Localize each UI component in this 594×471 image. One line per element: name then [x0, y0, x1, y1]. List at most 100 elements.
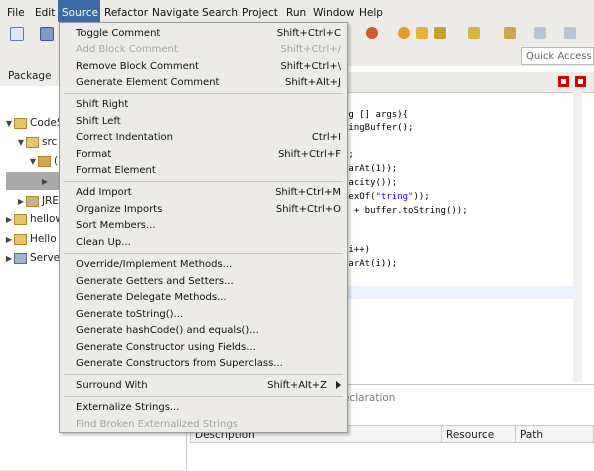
- expand-icon[interactable]: ▶: [4, 250, 14, 268]
- item-shortcut: Shift+Ctrl+C: [276, 28, 341, 39]
- clean-up-item[interactable]: Clean Up...: [60, 234, 347, 251]
- expand-icon[interactable]: ▶: [4, 231, 14, 249]
- item-label: Shift Left: [76, 116, 121, 127]
- remove-block-comment-item[interactable]: Remove Block Comment Shift+Ctrl+\: [60, 58, 347, 75]
- code-line: dexOf("tring"));: [343, 192, 430, 202]
- item-label: Generate Delegate Methods...: [76, 292, 227, 303]
- tree-item[interactable]: ▼ CodeS: [4, 114, 64, 132]
- tree-item[interactable]: ▼(: [28, 152, 58, 170]
- item-shortcut: Shift+Ctrl+/: [280, 44, 341, 55]
- code-line: harAt(1));: [343, 164, 398, 174]
- override-implement-methods-item[interactable]: Override/Implement Methods...: [60, 256, 347, 273]
- menu-source[interactable]: Source: [58, 0, 100, 22]
- expand-icon[interactable]: ▶: [40, 173, 50, 191]
- tree-item[interactable]: ▼ src: [16, 133, 57, 151]
- generate-hashcode-equals-item[interactable]: Generate hashCode() and equals()...: [60, 322, 347, 339]
- item-label: Generate toString()...: [76, 309, 184, 320]
- menu-edit[interactable]: Edit: [35, 0, 55, 22]
- tree-label: Serve: [30, 252, 61, 264]
- menu-run[interactable]: Run: [286, 0, 308, 22]
- open-type-icon[interactable]: [398, 27, 410, 39]
- declaration-tab-label[interactable]: eclaration: [343, 392, 395, 404]
- source-menu: Toggle Comment Shift+Ctrl+C Add Block Com…: [59, 22, 348, 433]
- tree-label: JRE: [42, 195, 60, 207]
- expand-icon[interactable]: ▶: [4, 211, 14, 229]
- maximize-view-icon[interactable]: [575, 76, 586, 87]
- surround-with-item[interactable]: Surround With Shift+Alt+Z: [60, 377, 347, 394]
- generate-element-comment-item[interactable]: Generate Element Comment Shift+Alt+J: [60, 74, 347, 91]
- menu-refactor[interactable]: Refactor: [104, 0, 148, 22]
- add-block-comment-item: Add Block Comment Shift+Ctrl+/: [60, 41, 347, 58]
- generate-constructor-fields-item[interactable]: Generate Constructor using Fields...: [60, 339, 347, 356]
- add-import-item[interactable]: Add Import Shift+Ctrl+M: [60, 184, 347, 201]
- search-icon[interactable]: [434, 27, 446, 39]
- expand-icon[interactable]: ▶: [16, 193, 26, 211]
- generate-getters-setters-item[interactable]: Generate Getters and Setters...: [60, 273, 347, 290]
- forward-icon[interactable]: [564, 27, 576, 39]
- back-icon[interactable]: [534, 27, 546, 39]
- item-label: Generate Getters and Setters...: [76, 276, 234, 287]
- menu-separator: [64, 374, 343, 375]
- project-icon: [14, 233, 27, 245]
- shift-right-item[interactable]: Shift Right: [60, 96, 347, 113]
- tree-item[interactable]: ▶ hellow: [4, 210, 64, 228]
- generate-constructors-superclass-item[interactable]: Generate Constructors from Superclass...: [60, 355, 347, 372]
- shift-left-item[interactable]: Shift Left: [60, 113, 347, 130]
- tab-label: Package: [8, 70, 52, 82]
- item-label: Organize Imports: [76, 204, 163, 215]
- item-label: Format: [76, 149, 112, 160]
- item-label: Toggle Comment: [76, 28, 161, 39]
- externalize-strings-item[interactable]: Externalize Strings...: [60, 399, 347, 416]
- submenu-arrow-icon: [336, 381, 341, 389]
- code-line: ng [] args){: [343, 110, 409, 120]
- menu-help[interactable]: Help: [359, 0, 385, 22]
- item-label: Generate Constructor using Fields...: [76, 342, 256, 353]
- tree-item[interactable]: ▶ JRE: [16, 192, 59, 210]
- format-item[interactable]: Format Shift+Ctrl+F: [60, 146, 347, 163]
- folder-icon: [26, 136, 39, 148]
- item-shortcut: Shift+Ctrl+\: [280, 61, 341, 72]
- tree-item[interactable]: ▶ Hello: [4, 230, 57, 248]
- tree-item[interactable]: ▶: [40, 172, 50, 190]
- expand-icon[interactable]: ▼: [28, 153, 38, 171]
- menu-window[interactable]: Window: [313, 0, 355, 22]
- expand-icon[interactable]: ▼: [16, 134, 26, 152]
- item-label: Add Block Comment: [76, 44, 178, 55]
- generate-tostring-item[interactable]: Generate toString()...: [60, 306, 347, 323]
- menu-search[interactable]: Search: [202, 0, 238, 22]
- package-icon: [38, 155, 51, 167]
- minimize-view-icon[interactable]: [558, 76, 569, 87]
- format-element-item[interactable]: Format Element: [60, 162, 347, 179]
- new-icon[interactable]: [10, 27, 24, 41]
- quick-access-input[interactable]: Quick Access: [521, 47, 594, 65]
- toggle-comment-item[interactable]: Toggle Comment Shift+Ctrl+C: [60, 25, 347, 42]
- open-task-icon[interactable]: [416, 27, 428, 39]
- organize-imports-item[interactable]: Organize Imports Shift+Ctrl+O: [60, 201, 347, 218]
- menu-navigate[interactable]: Navigate: [152, 0, 199, 22]
- sort-members-item[interactable]: Sort Members...: [60, 217, 347, 234]
- editor-scrollbar[interactable]: [573, 92, 582, 382]
- next-edit-icon[interactable]: [504, 27, 516, 39]
- item-label: Correct Indentation: [76, 132, 174, 143]
- item-label: Sort Members...: [76, 220, 156, 231]
- tab-package-explorer[interactable]: Package: [0, 66, 60, 86]
- item-shortcut: Shift+Ctrl+F: [277, 149, 341, 160]
- menu-project[interactable]: Project: [242, 0, 282, 22]
- item-label: Generate Element Comment: [76, 77, 220, 88]
- item-label: Shift Right: [76, 99, 129, 110]
- tree-item[interactable]: ▶ Serve: [4, 249, 60, 267]
- run-icon[interactable]: [366, 27, 378, 39]
- correct-indentation-item[interactable]: Correct Indentation Ctrl+I: [60, 129, 347, 146]
- expand-icon[interactable]: ▼: [4, 115, 14, 133]
- item-shortcut: Shift+Ctrl+M: [275, 187, 341, 198]
- menu-separator: [64, 93, 343, 94]
- column-path[interactable]: Path: [515, 425, 594, 443]
- column-resource[interactable]: Resource: [441, 425, 516, 443]
- item-shortcut: Ctrl+I: [311, 132, 341, 143]
- save-icon[interactable]: [40, 27, 54, 41]
- annotation-icon[interactable]: [468, 27, 480, 39]
- menu-bar: File Edit Source Refactor Navigate Searc…: [0, 0, 594, 22]
- menu-file[interactable]: File: [7, 0, 29, 22]
- generate-delegate-methods-item[interactable]: Generate Delegate Methods...: [60, 289, 347, 306]
- code-text: ));: [413, 192, 430, 202]
